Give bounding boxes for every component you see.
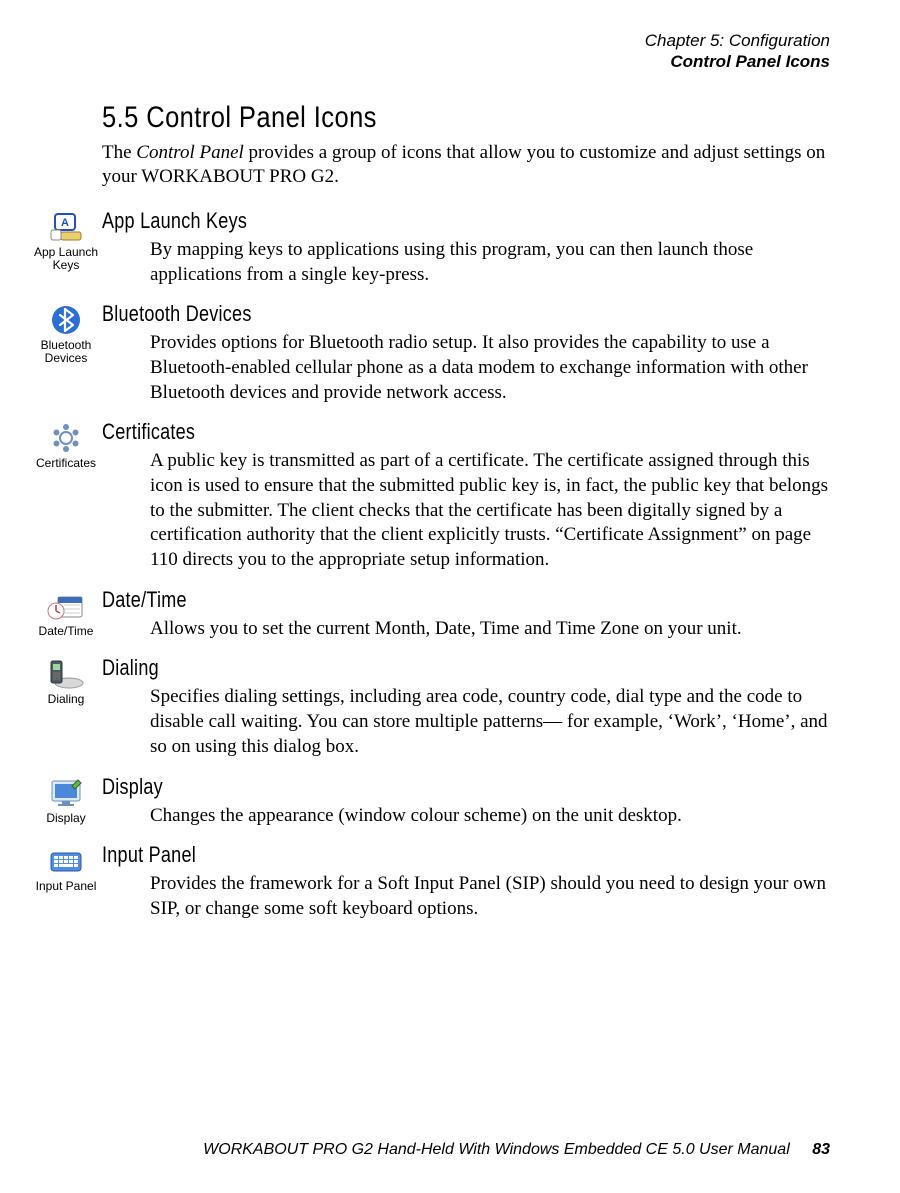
icon-display: Display: [30, 774, 102, 829]
item-title: Certificates: [102, 419, 699, 445]
app-launch-keys-icon: A: [47, 212, 85, 242]
entry-certificates: Certificates Certificates A public key i…: [30, 419, 830, 572]
icon-label: Dialing: [30, 693, 102, 706]
svg-text:A: A: [61, 217, 69, 229]
icon-app-launch-keys: A App Launch Keys: [30, 208, 102, 287]
entry-display: Display Display Changes the appearance (…: [30, 774, 830, 829]
item-body: Changes the appearance (window colour sc…: [150, 804, 830, 829]
item-body: By mapping keys to applications using th…: [150, 238, 830, 287]
item-body: Specifies dialing settings, including ar…: [150, 685, 830, 759]
display-icon: [48, 778, 84, 808]
item-title: Input Panel: [102, 842, 699, 868]
input-panel-icon: [48, 847, 84, 875]
item-title: Dialing: [102, 655, 699, 681]
header-chapter: Chapter 5: Configuration: [30, 30, 830, 51]
item-title: App Launch Keys: [102, 208, 699, 234]
icon-bluetooth-devices: Bluetooth Devices: [30, 301, 102, 405]
icon-label: Certificates: [30, 457, 102, 470]
item-body: Provides the framework for a Soft Input …: [150, 872, 830, 921]
icon-label: Date/Time: [30, 625, 102, 638]
page: Chapter 5: Configuration Control Panel I…: [0, 0, 900, 1193]
item-body: Provides options for Bluetooth radio set…: [150, 331, 830, 405]
page-header: Chapter 5: Configuration Control Panel I…: [30, 30, 830, 73]
item-body: A public key is transmitted as part of a…: [150, 449, 830, 572]
dialing-icon: [47, 659, 85, 689]
icon-dialing: Dialing: [30, 655, 102, 759]
icon-label: App Launch Keys: [30, 246, 102, 272]
entry-input-panel: Input Panel Input Panel Provides the fra…: [30, 842, 830, 921]
header-section: Control Panel Icons: [30, 51, 830, 72]
icon-label: Input Panel: [30, 880, 102, 893]
item-title: Date/Time: [102, 587, 699, 613]
entry-app-launch-keys: A App Launch Keys App Launch Keys By map…: [30, 208, 830, 287]
section-intro: The Control Panel provides a group of ic…: [102, 141, 830, 190]
icon-label: Display: [30, 812, 102, 825]
icon-date-time: Date/Time: [30, 587, 102, 642]
entry-dialing: Dialing Dialing Specifies dialing settin…: [30, 655, 830, 759]
icon-certificates: Certificates: [30, 419, 102, 572]
section-title: 5.5 Control Panel Icons: [102, 101, 721, 135]
icon-input-panel: Input Panel: [30, 842, 102, 921]
entry-bluetooth-devices: Bluetooth Devices Bluetooth Devices Prov…: [30, 301, 830, 405]
entry-date-time: Date/Time Date/Time Allows you to set th…: [30, 587, 830, 642]
bluetooth-icon: [50, 304, 82, 336]
date-time-icon: [46, 591, 86, 621]
footer-text: WORKABOUT PRO G2 Hand-Held With Windows …: [203, 1141, 790, 1158]
page-footer: WORKABOUT PRO G2 Hand-Held With Windows …: [203, 1141, 830, 1159]
icon-label: Bluetooth Devices: [30, 339, 102, 365]
certificates-icon: [49, 421, 83, 455]
page-number: 83: [812, 1141, 830, 1158]
item-body: Allows you to set the current Month, Dat…: [150, 617, 830, 642]
item-title: Display: [102, 774, 699, 800]
item-title: Bluetooth Devices: [102, 301, 699, 327]
